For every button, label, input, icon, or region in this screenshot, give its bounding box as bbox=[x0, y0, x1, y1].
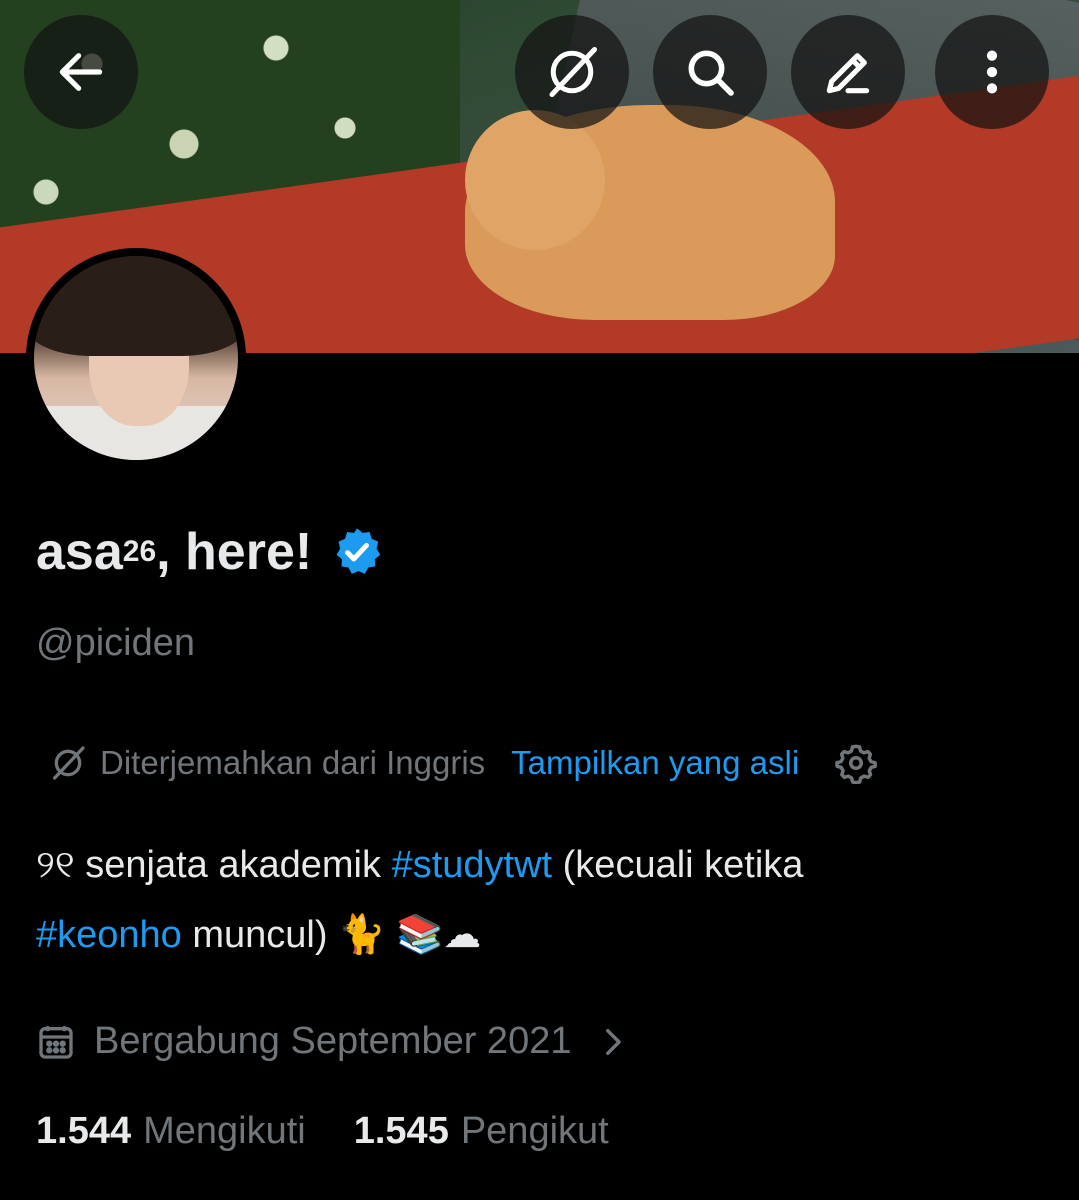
follow-stats: 1.544 Mengikuti 1.545 Pengikut bbox=[36, 1110, 609, 1153]
bio-prefix: ୨୧ senjata akademik bbox=[36, 844, 392, 886]
display-name-suffix: , here! bbox=[156, 523, 313, 581]
calendar-icon bbox=[39, 1025, 73, 1059]
hashtag-studytwt[interactable]: #studytwt bbox=[392, 844, 553, 886]
avatar-image bbox=[34, 256, 238, 460]
joined-date: Bergabung September 2021 bbox=[94, 1020, 572, 1062]
translation-row: Diterjemahkan dari Inggris Tampilkan yan… bbox=[48, 742, 1048, 784]
bio-suffix: muncul) 🐈 📚☁ bbox=[181, 914, 482, 956]
following-count: 1.544 bbox=[36, 1110, 132, 1152]
following-label: Mengikuti bbox=[143, 1110, 306, 1152]
gear-icon[interactable] bbox=[835, 742, 878, 784]
chevron-right-icon bbox=[606, 1028, 622, 1055]
translation-note: Diterjemahkan dari Inggris bbox=[100, 744, 486, 781]
banner-cat-head bbox=[465, 110, 605, 250]
bio: ୨୧ senjata akademik #studytwt (kecuali k… bbox=[36, 830, 1036, 970]
followers-link[interactable]: 1.545 Pengikut bbox=[354, 1110, 609, 1153]
back-button[interactable] bbox=[24, 15, 138, 129]
display-name-sup: 26 bbox=[122, 535, 157, 568]
user-handle: @piciden bbox=[36, 622, 195, 664]
followers-count: 1.545 bbox=[353, 1110, 449, 1152]
hashtag-keonho[interactable]: #keonho bbox=[36, 914, 182, 956]
bio-middle: (kecuali ketika bbox=[552, 844, 804, 886]
show-original-link[interactable]: Tampilkan yang asli bbox=[511, 744, 799, 782]
edit-button[interactable] bbox=[791, 15, 905, 129]
grok-translate-icon bbox=[53, 746, 85, 780]
more-icon bbox=[986, 50, 998, 94]
display-name-text: asa bbox=[36, 523, 123, 581]
back-arrow-icon bbox=[59, 53, 103, 91]
display-name: asa 26, here! bbox=[36, 522, 384, 582]
more-button[interactable] bbox=[935, 15, 1049, 129]
grok-button[interactable] bbox=[515, 15, 629, 129]
avatar[interactable] bbox=[26, 248, 246, 468]
edit-icon bbox=[826, 53, 870, 94]
search-icon bbox=[688, 50, 734, 96]
joined-row[interactable]: Bergabung September 2021 bbox=[36, 1020, 629, 1063]
verified-badge-icon[interactable] bbox=[330, 525, 384, 579]
following-link[interactable]: 1.544 Mengikuti bbox=[36, 1110, 306, 1153]
grok-icon bbox=[549, 47, 597, 97]
followers-label: Pengikut bbox=[460, 1110, 609, 1152]
search-button[interactable] bbox=[653, 15, 767, 129]
